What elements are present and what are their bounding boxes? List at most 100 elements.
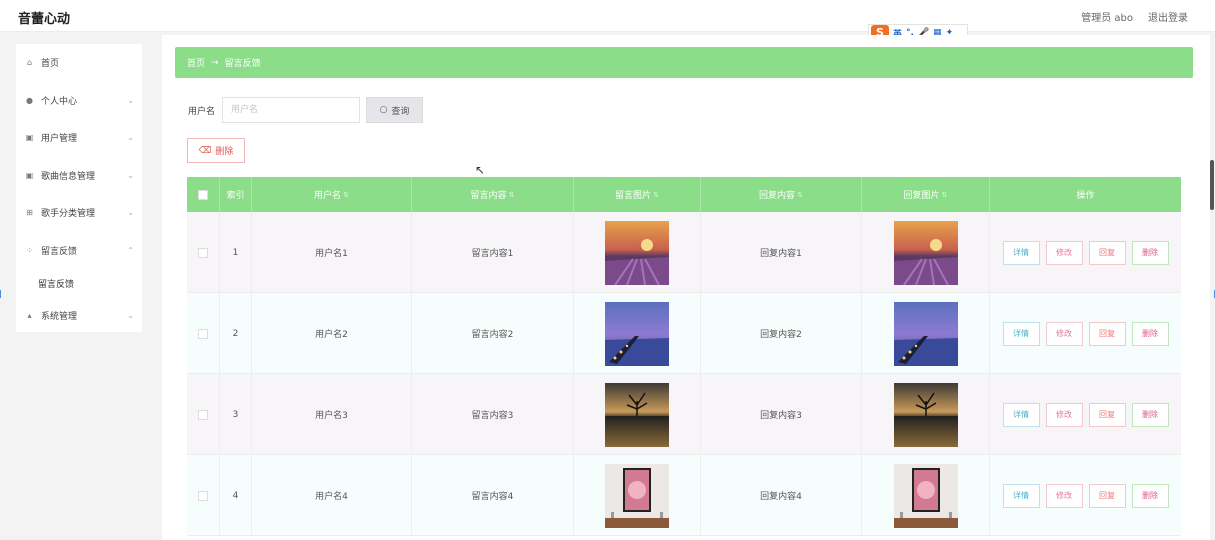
- search-button-label: 查询: [391, 106, 410, 117]
- row-username: 用户名3: [252, 374, 412, 455]
- detail-button[interactable]: 详情: [1002, 321, 1040, 346]
- delete-button[interactable]: 删除: [1131, 240, 1169, 265]
- row-select[interactable]: [187, 293, 220, 374]
- mouse-cursor-icon: ↖: [475, 163, 486, 177]
- lock-icon: ▣: [25, 132, 34, 142]
- sidebar-item-label: 首页: [41, 58, 60, 69]
- row-reply-image[interactable]: [862, 455, 990, 536]
- row-username: 用户名4: [252, 455, 412, 536]
- row-index: 4: [220, 455, 252, 536]
- sidebar-subitem-feedback[interactable]: 留言反馈: [38, 277, 74, 290]
- row-reply: 回复内容3: [701, 374, 862, 455]
- sidebar-item-label: 歌曲信息管理: [41, 171, 96, 182]
- delete-button-label: 删除: [215, 147, 234, 157]
- tag-icon: ⊞: [26, 207, 33, 217]
- home-icon: ⌂: [26, 57, 33, 67]
- edge-marker: [1211, 290, 1215, 298]
- breadcrumb-home[interactable]: 首页: [187, 56, 205, 69]
- table-row[interactable]: 3 用户名3 留言内容3 回复内容3 详情 修改 回复 删除: [187, 374, 1181, 455]
- row-image[interactable]: [574, 374, 701, 455]
- edit-button[interactable]: 修改: [1045, 321, 1083, 346]
- chart-icon: ▴: [27, 310, 32, 320]
- delete-button[interactable]: 删除: [1131, 402, 1169, 427]
- sidebar-item-feedback[interactable]: ⁘ 留言反馈 ⌃: [16, 238, 142, 262]
- row-image[interactable]: [574, 212, 701, 293]
- row-reply: 回复内容4: [701, 455, 862, 536]
- checkbox[interactable]: [198, 189, 208, 200]
- header-content[interactable]: 留言内容 ⇅: [412, 177, 574, 212]
- search-button[interactable]: ○ 查询: [366, 97, 423, 123]
- row-actions: 详情 修改 回复 删除: [990, 455, 1181, 536]
- reply-button[interactable]: 回复: [1088, 321, 1126, 346]
- chevron-down-icon: ⌄: [127, 207, 134, 217]
- header-image[interactable]: 留言图片 ⇅: [574, 177, 701, 212]
- checkbox[interactable]: [198, 328, 208, 339]
- sidebar-item-label: 用户管理: [41, 133, 78, 144]
- row-select[interactable]: [187, 212, 220, 293]
- sort-icon: ⇅: [797, 190, 803, 199]
- sort-icon: ⇅: [508, 190, 515, 199]
- row-reply-image[interactable]: [862, 293, 990, 374]
- app-title: 音蕾心动: [18, 12, 71, 27]
- row-select[interactable]: [187, 374, 220, 455]
- row-image[interactable]: [574, 293, 701, 374]
- sort-icon: ⇅: [653, 190, 659, 199]
- row-image[interactable]: [574, 455, 701, 536]
- header-index: 索引: [220, 177, 252, 212]
- sidebar-item-singer-categories[interactable]: ⊞ 歌手分类管理 ⌄: [16, 200, 142, 224]
- edit-button[interactable]: 修改: [1045, 240, 1083, 265]
- row-content: 留言内容3: [412, 374, 574, 455]
- table-row[interactable]: 4 用户名4 留言内容4 回复内容4 详情 修改 回复 删除: [187, 455, 1181, 536]
- row-index: 1: [220, 212, 252, 293]
- sidebar-item-users[interactable]: ▣ 用户管理 ⌄: [16, 125, 142, 149]
- detail-button[interactable]: 详情: [1002, 240, 1040, 265]
- table-row[interactable]: 2 用户名2 留言内容2 回复内容2 详情 修改 回复 删除: [187, 293, 1181, 374]
- lock-icon: ▣: [25, 170, 34, 180]
- header-username[interactable]: 用户名 ⇅: [252, 177, 412, 212]
- edge-marker: [0, 290, 4, 298]
- row-content: 留言内容1: [412, 212, 574, 293]
- batch-delete-button[interactable]: ⌫ 删除: [187, 138, 245, 163]
- row-select[interactable]: [187, 455, 220, 536]
- checkbox[interactable]: [198, 409, 208, 420]
- detail-button[interactable]: 详情: [1002, 402, 1040, 427]
- top-bar: 音蕾心动 管理员 abo 退出登录: [0, 0, 1215, 32]
- sort-icon: ⇅: [941, 190, 948, 199]
- delete-button[interactable]: 删除: [1131, 483, 1169, 508]
- sidebar-item-songs[interactable]: ▣ 歌曲信息管理 ⌄: [16, 163, 142, 187]
- sidebar-item-home[interactable]: ⌂ 首页: [16, 50, 142, 74]
- reply-button[interactable]: 回复: [1088, 240, 1126, 265]
- header-reply[interactable]: 回复内容 ⇅: [701, 177, 862, 212]
- edit-button[interactable]: 修改: [1045, 402, 1083, 427]
- scrollbar[interactable]: [1210, 160, 1214, 210]
- grid-icon: ⁘: [26, 245, 33, 255]
- header-reply-image[interactable]: 回复图片 ⇅: [862, 177, 990, 212]
- search-icon: ○: [379, 105, 388, 115]
- row-reply-image[interactable]: [862, 212, 990, 293]
- user-label[interactable]: 管理员 abo: [1081, 9, 1133, 24]
- checkbox[interactable]: [198, 490, 208, 501]
- search-input[interactable]: [222, 97, 360, 123]
- edit-button[interactable]: 修改: [1045, 483, 1083, 508]
- sidebar: ⌂ 首页 ● 个人中心 ⌄ ▣ 用户管理 ⌄ ▣ 歌曲信息管理 ⌄ ⊞ 歌手分类…: [16, 44, 142, 332]
- row-content: 留言内容2: [412, 293, 574, 374]
- sidebar-item-system[interactable]: ▴ 系统管理 ⌄: [16, 303, 142, 327]
- table-row[interactable]: 1 用户名1 留言内容1 回复内容1 详情 修改 回复 删除: [187, 212, 1181, 293]
- chevron-down-icon: ⌄: [127, 132, 134, 142]
- checkbox[interactable]: [198, 247, 208, 258]
- sidebar-item-profile[interactable]: ● 个人中心 ⌄: [16, 88, 142, 112]
- user-icon: ●: [26, 95, 33, 105]
- row-actions: 详情 修改 回复 删除: [990, 374, 1181, 455]
- sidebar-item-label: 歌手分类管理: [41, 208, 96, 219]
- chevron-up-icon: ⌃: [127, 245, 134, 255]
- detail-button[interactable]: 详情: [1002, 483, 1040, 508]
- header-actions: 管理员 abo 退出登录: [1081, 9, 1188, 24]
- reply-button[interactable]: 回复: [1088, 483, 1126, 508]
- header-select-all[interactable]: [187, 177, 220, 212]
- chevron-down-icon: ⌄: [127, 170, 134, 180]
- row-username: 用户名1: [252, 212, 412, 293]
- row-reply-image[interactable]: [862, 374, 990, 455]
- reply-button[interactable]: 回复: [1088, 402, 1126, 427]
- logout-link[interactable]: 退出登录: [1148, 9, 1188, 24]
- delete-button[interactable]: 删除: [1131, 321, 1169, 346]
